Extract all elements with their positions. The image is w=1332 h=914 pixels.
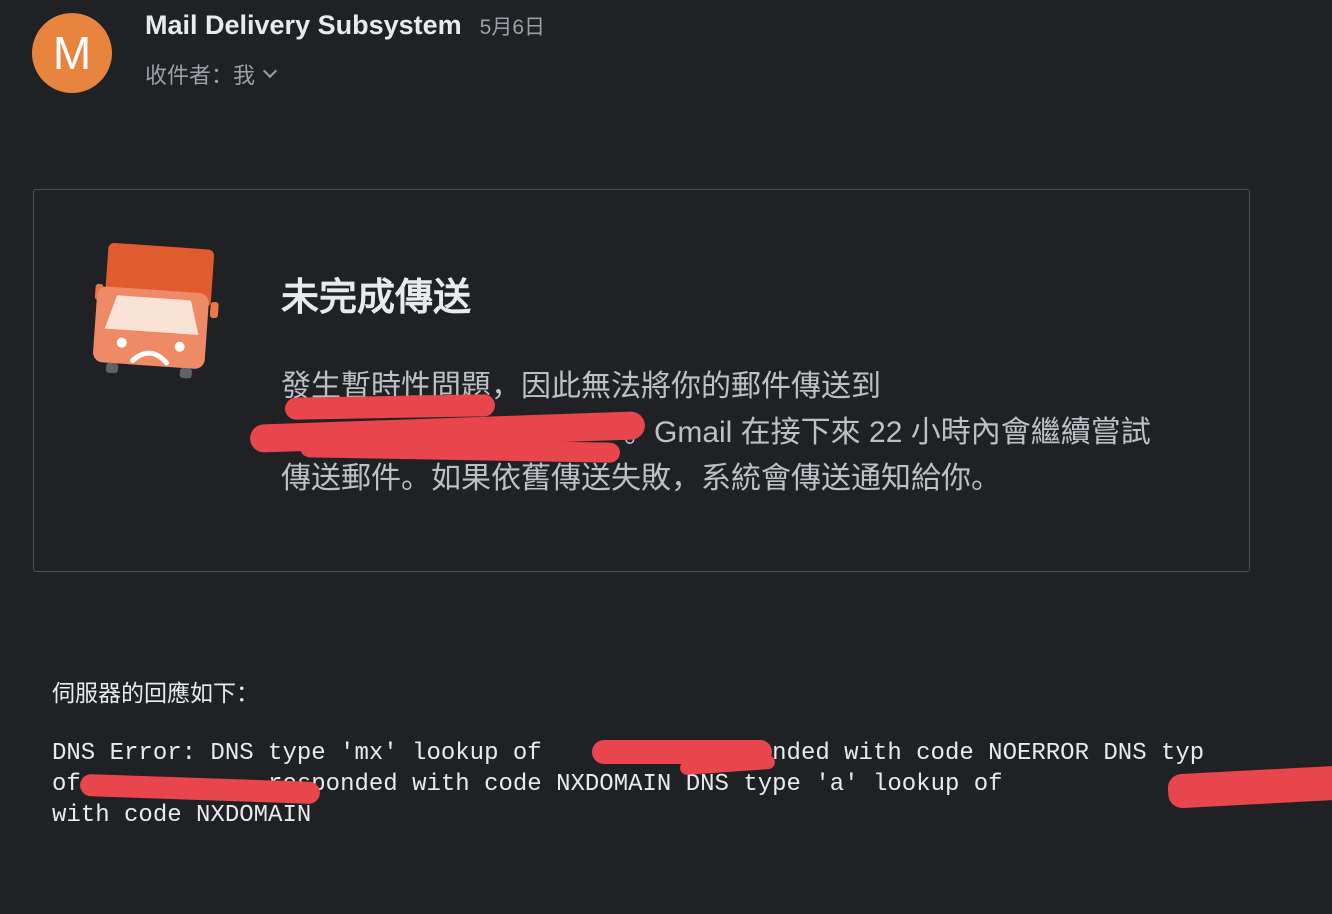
chevron-down-icon[interactable] <box>262 63 278 79</box>
sad-truck-icon <box>93 242 219 379</box>
dns-line-3: with code NXDOMAIN <box>52 802 312 829</box>
recipient-details-toggle[interactable]: 收件者：我 <box>145 58 278 90</box>
redaction-mark <box>284 394 496 420</box>
message-date: 5月6日 <box>479 16 546 39</box>
delivery-status-card: 未完成傳送 發生暫時性問題，因此無法將你的郵件傳送到 。Gmail 在接下來 2… <box>33 189 1250 572</box>
message-line-2-text: 。Gmail 在接下來 22 小時內會繼續嘗試 <box>624 416 1151 449</box>
email-view: M Mail Delivery Subsystem 5月6日 收件者：我 未完成… <box>0 0 1332 914</box>
message-line-3: 傳送郵件。如果依舊傳送失敗，系統會傳送通知給你。 <box>281 462 1001 495</box>
sender-name[interactable]: Mail Delivery Subsystem <box>145 10 462 41</box>
redacted-domain-link-3[interactable] <box>1003 771 1089 798</box>
recipient-label: 收件者：我 <box>145 63 256 88</box>
delivery-status-title: 未完成傳送 <box>281 277 472 319</box>
sender-avatar[interactable]: M <box>32 13 112 93</box>
sender-row: Mail Delivery Subsystem 5月6日 <box>145 10 545 41</box>
server-response-label: 伺服器的回應如下： <box>52 680 259 706</box>
